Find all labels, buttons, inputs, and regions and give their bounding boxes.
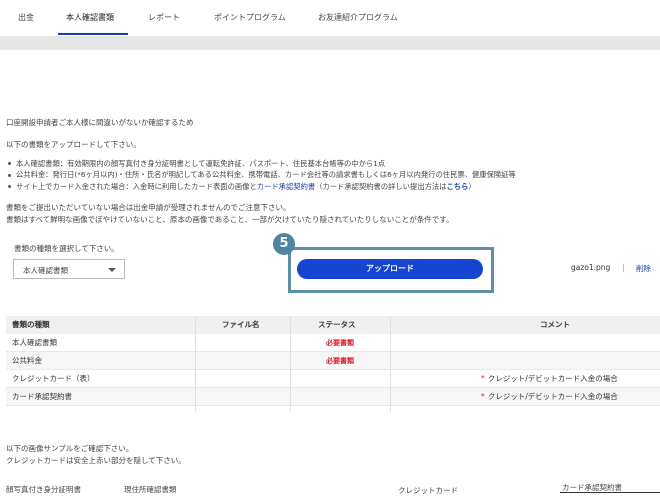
sample-underline	[560, 492, 660, 493]
table-header-row: 書類の種類 ファイル名 ステータス コメント	[6, 316, 660, 334]
comment-asterisk: *	[481, 374, 485, 383]
comment-text: クレジット/デビットカード入金の場合	[487, 374, 618, 383]
row-document-type: 本人確認書類	[12, 338, 57, 347]
row-document-type: 公共料金	[12, 356, 42, 365]
documents-table: 書類の種類 ファイル名 ステータス コメント 本人確認書類 必要書類 公共料金 …	[6, 316, 660, 406]
samples-intro-line-2: クレジットカードは安全上赤い部分を隠して下さい。	[6, 456, 186, 465]
step-number-badge: 5	[273, 233, 295, 255]
sample-label-credit-card: クレジットカード	[398, 486, 458, 495]
document-type-select[interactable]: 本人確認書類	[13, 259, 125, 279]
intro-line-1: 口座開設申請者ご本人様に間違いがないか確認するため	[6, 118, 194, 127]
card-agreement-link[interactable]: カード承認契約書	[257, 182, 315, 192]
note-withdrawal-warning: 書類をご提出いただいていない場合は出金申請が受理されませんのでご注意下さい。	[6, 203, 291, 212]
header-status: ステータス	[318, 320, 356, 329]
requirement-card-text: サイト上でカード入金された場合：入金時に利用したカード表面の画像と	[16, 181, 257, 191]
list-item: 本人確認書類：有効期限内の顔写真付き身分証明書として運転免許証、パスポート、住民…	[8, 158, 516, 170]
samples-intro-line-1: 以下の画像サンプルをご確認下さい。	[6, 444, 134, 453]
table-row: カード承認契約書 * クレジット/デビットカード入金の場合	[6, 388, 660, 406]
row-document-type: カード承認契約書	[12, 392, 72, 401]
tab-referral-program[interactable]: お友達紹介プログラム	[318, 12, 398, 23]
delete-file-link[interactable]: 削除	[636, 263, 651, 274]
document-type-selected: 本人確認書類	[23, 266, 68, 275]
upload-button[interactable]: アップロード	[297, 259, 483, 279]
row-status: 必要書類	[326, 352, 354, 370]
list-item: 公共料金：発行日(*6ヶ月以内)・住所・氏名が明記してある公共料金、携帯電話、カ…	[8, 170, 516, 182]
header-document-type: 書類の種類	[12, 320, 50, 329]
header-divider-band	[0, 36, 660, 50]
intro-line-2: 以下の書類をアップロードして下さい。	[6, 140, 141, 149]
tab-withdrawal[interactable]: 出金	[18, 12, 34, 23]
tab-bar: 出金 本人確認書類 レポート ポイントプログラム お友達紹介プログラム	[0, 0, 660, 36]
list-item: サイト上でカード入金された場合：入金時に利用したカード表面の画像と カード承認契約…	[8, 181, 516, 193]
tab-point-program[interactable]: ポイントプログラム	[214, 12, 286, 23]
row-comment: * クレジット/デビットカード入金の場合	[481, 388, 618, 406]
comment-text: クレジット/デビットカード入金の場合	[487, 392, 618, 401]
bullet-dot	[8, 185, 11, 189]
bullet-dot	[8, 162, 11, 166]
table-column-divider	[390, 316, 391, 412]
header-file-name: ファイル名	[222, 320, 260, 329]
sample-label-photo-id: 顔写真付き身分証明書	[6, 485, 81, 494]
sample-label-address: 現住所確認書類	[124, 485, 177, 494]
table-column-divider	[290, 316, 291, 412]
tab-report[interactable]: レポート	[148, 12, 180, 23]
caret-down-icon	[108, 268, 116, 272]
requirement-identity: 本人確認書類：有効期限内の顔写真付き身分証明書として運転免許証、パスポート、住民…	[16, 158, 386, 168]
note-image-conditions: 書類はすべて鮮明な画像でぼやけていないこと、原本の画像であること、一部が欠けてい…	[6, 215, 454, 224]
tab-identity-documents[interactable]: 本人確認書類	[66, 12, 114, 23]
document-requirements-list: 本人確認書類：有効期限内の顔写真付き身分証明書として運転免許証、パスポート、住民…	[8, 158, 516, 193]
table-row: 本人確認書類 必要書類	[6, 334, 660, 352]
details-here-link[interactable]: こちら	[447, 182, 469, 192]
document-type-prompt: 書類の種類を選択して下さい。	[14, 244, 119, 253]
requirement-utility: 公共料金：発行日(*6ヶ月以内)・住所・氏名が明記してある公共料金、携帯電話、カ…	[16, 170, 516, 180]
table-row: 公共料金 必要書類	[6, 352, 660, 370]
file-action-separator: |	[622, 263, 625, 272]
status-required-label: 必要書類	[326, 339, 354, 347]
comment-asterisk: *	[481, 392, 485, 401]
row-status: 必要書類	[326, 334, 354, 352]
header-comment: コメント	[540, 320, 570, 329]
requirement-card-note: （カード承認契約書の詳しい提出方法は	[315, 181, 447, 191]
uploaded-file-name: gazo1.png	[571, 263, 611, 272]
table-row: クレジットカード（表） * クレジット/デビットカード入金の場合	[6, 370, 660, 388]
active-tab-indicator	[58, 33, 128, 35]
status-required-label: 必要書類	[326, 357, 354, 365]
bullet-dot	[8, 173, 11, 177]
table-column-divider	[195, 316, 196, 412]
row-comment: * クレジット/デビットカード入金の場合	[481, 370, 618, 388]
row-document-type: クレジットカード（表）	[12, 374, 95, 383]
requirement-card-close: ）	[468, 181, 476, 191]
